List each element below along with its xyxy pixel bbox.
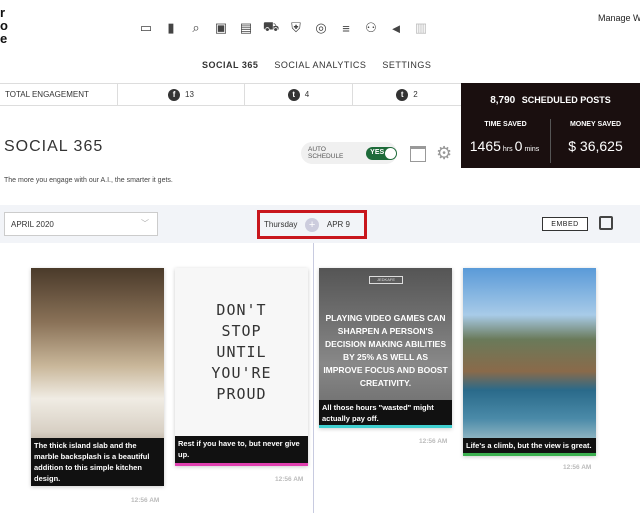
quote-line: STOP	[221, 322, 262, 340]
calendar-icon[interactable]	[410, 146, 426, 162]
money-saved-label: MONEY SAVED	[569, 121, 622, 128]
month-value: APRIL 2020	[11, 219, 54, 229]
toggle-label: YES	[370, 148, 385, 156]
id-card-icon[interactable]: ▣	[213, 20, 229, 36]
facebook-engagement[interactable]: f 13	[118, 84, 245, 105]
hrs-unit: hrs	[502, 146, 513, 153]
post-time: 12:56 AM	[419, 438, 448, 445]
post-card[interactable]: Life's a climb, but the view is great.	[463, 268, 596, 456]
brand-logo: JEDKAFE	[369, 276, 403, 284]
post-card[interactable]: The thick island slab and the marble bac…	[31, 268, 164, 486]
target-icon[interactable]: ◎	[313, 20, 329, 36]
calendar-icon[interactable]: ▤	[238, 20, 254, 36]
top-nav: ▭ ▮ ⌕ ▣ ▤ ⛟ ⛨ ◎ ≡ ⚇ ◄ ▥	[138, 19, 429, 36]
timeline-line	[313, 243, 314, 513]
time-saved-label: TIME SAVED	[484, 121, 527, 128]
manage-link[interactable]: Manage We	[598, 13, 640, 23]
twitter-count: 4	[304, 90, 310, 99]
engagement-label-cell: TOTAL ENGAGEMENT	[0, 84, 118, 105]
auto-schedule-label: AUTO SCHEDULE	[308, 146, 344, 160]
sub-nav: SOCIAL 365 SOCIAL ANALYTICS SETTINGS	[202, 60, 431, 70]
tab-settings[interactable]: SETTINGS	[382, 60, 431, 70]
align-center-icon[interactable]: ≡	[338, 20, 354, 36]
page-subtitle: The more you engage with our A.I., the s…	[4, 177, 173, 184]
tumblr-count: 2	[413, 90, 418, 99]
post-caption: All those hours "wasted" might actually …	[319, 400, 452, 425]
page-title: SOCIAL 365	[4, 138, 104, 155]
megaphone-icon[interactable]: ◄	[388, 20, 404, 36]
scheduled-posts: 8,790 SCHEDULED POSTS	[461, 95, 640, 106]
post-time: 12:56 AM	[275, 476, 304, 483]
scheduled-count: 8,790	[490, 95, 516, 106]
tab-social-analytics[interactable]: SOCIAL ANALYTICS	[274, 60, 366, 70]
engagement-label: TOTAL ENGAGEMENT	[5, 90, 89, 99]
logo-line: e	[0, 31, 8, 46]
auto-schedule-toggle[interactable]: YES	[366, 146, 397, 160]
cart-icon[interactable]: ⛟	[263, 19, 279, 36]
time-saved-value: 1465 hrs 0 mins	[461, 138, 550, 154]
post-caption: Life's a climb, but the view is great.	[463, 438, 596, 453]
day-picker[interactable]: Thursday + APR 9	[257, 210, 367, 239]
embed-icon[interactable]	[599, 216, 613, 230]
scheduled-label: SCHEDULED POSTS	[521, 95, 611, 105]
facebook-icon: f	[168, 88, 181, 101]
stats-panel: 8,790 SCHEDULED POSTS TIME SAVED MONEY S…	[461, 83, 640, 168]
post-time: 12:56 AM	[131, 497, 160, 504]
mins-unit: mins	[524, 146, 540, 153]
quote-line: UNTIL	[216, 343, 267, 361]
auto-schedule: AUTO SCHEDULE YES	[301, 142, 397, 164]
post-caption: The thick island slab and the marble bac…	[31, 438, 164, 486]
search-icon[interactable]: ⌕	[188, 20, 204, 36]
gear-icon[interactable]: ⚙	[436, 144, 452, 162]
twitter-icon: t	[287, 88, 300, 101]
bar-chart-icon[interactable]: ▮	[163, 20, 179, 36]
tumblr-engagement[interactable]: t 2	[353, 84, 461, 105]
time-mins: 0	[514, 138, 523, 154]
post-caption: Rest if you have to, but never give up.	[175, 436, 308, 463]
engagement-bar: TOTAL ENGAGEMENT f 13 t 4 t 2	[0, 83, 461, 106]
quote-line: YOU'RE	[211, 364, 272, 382]
tumblr-icon: t	[396, 88, 409, 101]
money-saved-value: $ 36,625	[568, 138, 623, 154]
window-icon[interactable]: ▭	[138, 20, 154, 36]
logo[interactable]: r o e	[0, 6, 14, 45]
time-hrs: 1465	[469, 138, 501, 154]
users-icon[interactable]: ⚇	[363, 20, 379, 36]
shield-icon[interactable]: ⛨	[288, 20, 304, 36]
post-card[interactable]: JEDKAFE PLAYING VIDEO GAMES CAN SHARPEN …	[319, 268, 452, 428]
building-icon[interactable]: ▥	[413, 20, 429, 36]
add-icon[interactable]: +	[305, 217, 320, 232]
day-name: Thursday	[264, 220, 298, 229]
post-card[interactable]: DON'T STOP UNTIL YOU'RE PROUD Rest if yo…	[175, 268, 308, 466]
tab-social-365[interactable]: SOCIAL 365	[202, 60, 258, 70]
quote-line: DON'T	[216, 301, 267, 319]
facebook-count: 13	[185, 90, 194, 99]
image-overlay-text: PLAYING VIDEO GAMES CAN SHARPEN A PERSON…	[323, 313, 448, 388]
quote-line: PROUD	[216, 385, 267, 403]
chevron-down-icon: ﹀	[141, 219, 149, 228]
day-date: APR 9	[326, 220, 350, 229]
coast-image	[463, 268, 596, 453]
post-time: 12:56 AM	[563, 464, 592, 471]
month-select[interactable]: APRIL 2020 ﹀	[4, 212, 158, 236]
embed-button[interactable]: EMBED	[542, 217, 588, 231]
twitter-engagement[interactable]: t 4	[245, 84, 353, 105]
toggle-knob	[385, 147, 396, 159]
